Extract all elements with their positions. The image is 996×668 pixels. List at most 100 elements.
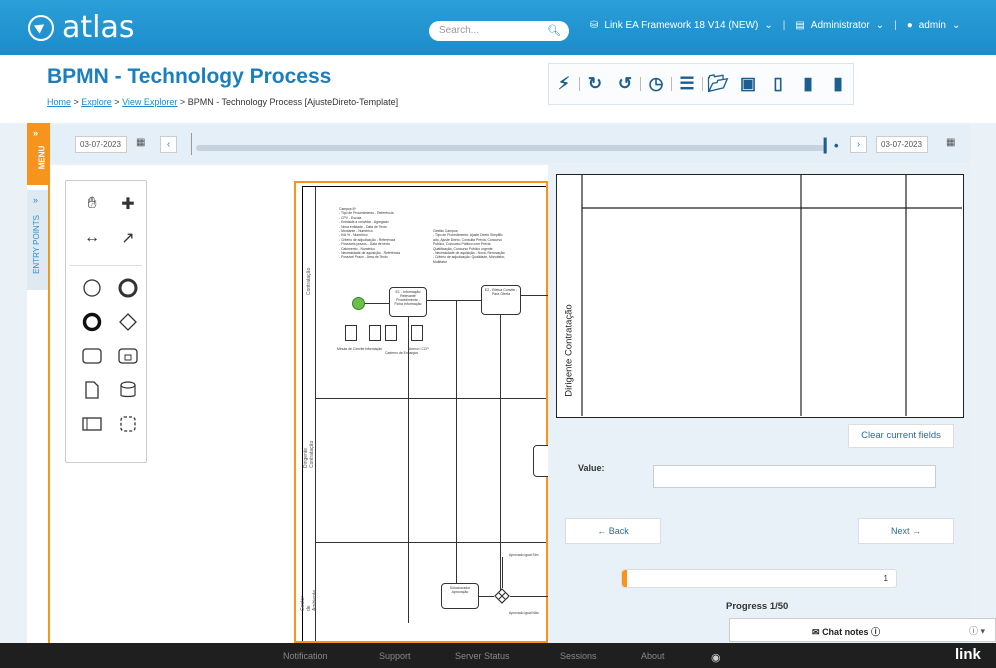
chat-notes-label: Chat notes [822, 627, 869, 637]
timeline-prev-button[interactable]: ‹ [160, 136, 177, 153]
breadcrumb-view-explorer[interactable]: View Explorer [122, 97, 177, 107]
timeline-handle-icon[interactable]: ▎• [824, 138, 839, 156]
folder-open-icon[interactable]: 📂︎ [703, 64, 733, 104]
chevron-down-icon[interactable]: ⌄ [764, 20, 772, 31]
search-icon[interactable]: 🔍︎ [547, 24, 561, 37]
subprocess-icon[interactable] [110, 345, 146, 367]
value-input[interactable] [653, 465, 936, 488]
breadcrumb-current: BPMN - Technology Process [AjusteDireto-… [187, 97, 399, 107]
pool-icon[interactable] [74, 413, 110, 435]
search-input[interactable]: Search... 🔍︎ [429, 21, 569, 41]
doc-label-informacao: Informação [365, 347, 382, 351]
file-export-icon[interactable]: ▮ [823, 64, 853, 104]
progress-bar: 1 [621, 569, 897, 588]
intermediate-event-icon[interactable] [110, 277, 146, 299]
sequence-flow [408, 317, 409, 623]
hand-tool-icon[interactable]: ✋︎ [74, 193, 110, 215]
end-event-icon[interactable] [74, 311, 110, 333]
framework-selector[interactable]: Link EA Framework 18 V14 (NEW) [604, 20, 758, 31]
calendar-icon[interactable]: ▦ [136, 137, 145, 148]
data-object-anexo[interactable] [411, 325, 423, 341]
footer-notification[interactable]: Notification [283, 651, 328, 661]
top-bar: atlas Search... 🔍︎ ⛁ Link EA Framework 1… [0, 0, 996, 55]
clear-fields-button[interactable]: Clear current fields [848, 424, 954, 448]
space-tool-icon[interactable]: ↔ [74, 227, 110, 249]
end-date-field[interactable]: 03-07-2023 [876, 136, 928, 153]
doc-label-anexo: Anexo I CCP [409, 347, 429, 351]
data-object-minuta[interactable] [345, 325, 357, 341]
sequence-flow [500, 315, 501, 597]
divider: | [782, 20, 786, 31]
user-menu[interactable]: admin [919, 20, 946, 31]
entry-points-label: ENTRY POINTS [31, 215, 41, 274]
chat-icon: ✉ [812, 627, 820, 637]
menu-tab[interactable]: » MENU [27, 123, 48, 185]
page-title: BPMN - Technology Process [47, 65, 332, 88]
gateway-label-nao: Aprovado igual Não [509, 611, 539, 615]
clock-icon[interactable]: ◷ [641, 64, 671, 104]
data-store-icon[interactable] [110, 379, 146, 401]
breadcrumb-explore[interactable]: Explore [81, 97, 112, 107]
gateway-icon[interactable] [110, 311, 146, 333]
exclusive-gateway[interactable] [494, 588, 510, 604]
menu-tab-label: MENU [37, 145, 47, 170]
footer-server-status[interactable]: Server Status [455, 651, 510, 661]
gateway-label-sim: Aprovado igual Sim [509, 553, 539, 557]
start-date-field[interactable]: 03-07-2023 [75, 136, 127, 153]
data-object-caderno[interactable] [385, 325, 397, 341]
task-e2[interactable]: E2 - Efetua Convite - Para Oferta [481, 285, 521, 315]
lane-label-dirigente: Dirigente Contratação [303, 440, 315, 468]
timeline-track[interactable] [196, 145, 826, 151]
info-icon: ⓘ [871, 627, 881, 637]
save-icon[interactable]: ▣ [733, 64, 763, 104]
breadcrumb: Home > Explore > View Explorer > BPMN - … [47, 97, 399, 107]
chat-notes-bar[interactable]: ✉ Chat notes ⓘ ⓘ ▾ [729, 618, 996, 642]
sequence-flow [427, 300, 481, 301]
start-event[interactable] [352, 297, 365, 310]
chevron-down-icon[interactable]: ⌄ [952, 20, 960, 31]
lasso-tool-icon[interactable]: ✚ [110, 193, 146, 215]
file-import-icon[interactable]: ▮ [793, 64, 823, 104]
annotation-fields[interactable]: Campos:5* - Tipo de Procedimento - Refer… [339, 207, 400, 260]
lane-separator [315, 398, 546, 399]
start-event-icon[interactable] [74, 277, 110, 299]
lane-label-gestor: Gestor de Ambiente [300, 589, 318, 611]
bookmark-icon[interactable]: ▯ [763, 64, 793, 104]
footer-support[interactable]: Support [379, 651, 411, 661]
breadcrumb-home[interactable]: Home [47, 97, 71, 107]
binoculars-icon[interactable]: ◉ [711, 651, 721, 664]
lightning-icon[interactable]: ⚡︎ [549, 64, 579, 104]
footer-sessions[interactable]: Sessions [560, 651, 597, 661]
bpmn-pool[interactable]: Contratação Dirigente Contratação Gestor… [294, 181, 553, 643]
back-button[interactable]: ← Back [565, 518, 661, 544]
data-object-informacao[interactable] [369, 325, 381, 341]
entry-points-tab[interactable]: » ENTRY POINTS [27, 190, 48, 290]
database-icon: ⛁ [590, 20, 599, 31]
task-aprovacao[interactable]: Solucionador Aprovação [441, 583, 479, 609]
calendar-icon[interactable]: ▦ [946, 137, 955, 148]
lane-label-contratacao: Contratação [306, 267, 312, 295]
data-object-icon[interactable] [74, 379, 110, 401]
double-chevron-icon: » [33, 128, 39, 138]
progress-value: 1 [883, 574, 888, 583]
refresh-icon[interactable]: ↻ [580, 64, 610, 104]
annotation-options[interactable]: Gestão Campos: - Tipo de Procedimento: A… [433, 229, 505, 264]
left-strip [0, 123, 27, 643]
checklist-icon[interactable]: ☰ [672, 64, 702, 104]
chevron-down-icon[interactable]: ⌄ [876, 20, 884, 31]
refresh-settings-icon[interactable]: ↺ [610, 64, 640, 104]
task-icon[interactable] [74, 345, 110, 367]
next-button[interactable]: Next → [858, 518, 954, 544]
help-icon[interactable]: ⓘ ▾ [969, 624, 985, 637]
group-icon[interactable] [110, 413, 146, 435]
timeline-next-button[interactable]: › [850, 136, 867, 153]
toolbar: ⚡︎ ↻ ↺ ◷ ☰ 📂︎ ▣ ▯ ▮ ▮ [548, 63, 854, 105]
lane-preview-label: Dirigente Contratação [563, 304, 575, 397]
palette-shapes-group [74, 277, 146, 435]
connect-tool-icon[interactable]: ↗ [110, 227, 146, 249]
task-e1[interactable]: E1 - Informação Relevante Procedimento -… [389, 287, 427, 317]
atlas-logo[interactable]: atlas [28, 10, 135, 45]
role-selector[interactable]: Administrator [811, 20, 870, 31]
lane-preview-grid [581, 175, 962, 416]
footer-about[interactable]: About [641, 651, 665, 661]
